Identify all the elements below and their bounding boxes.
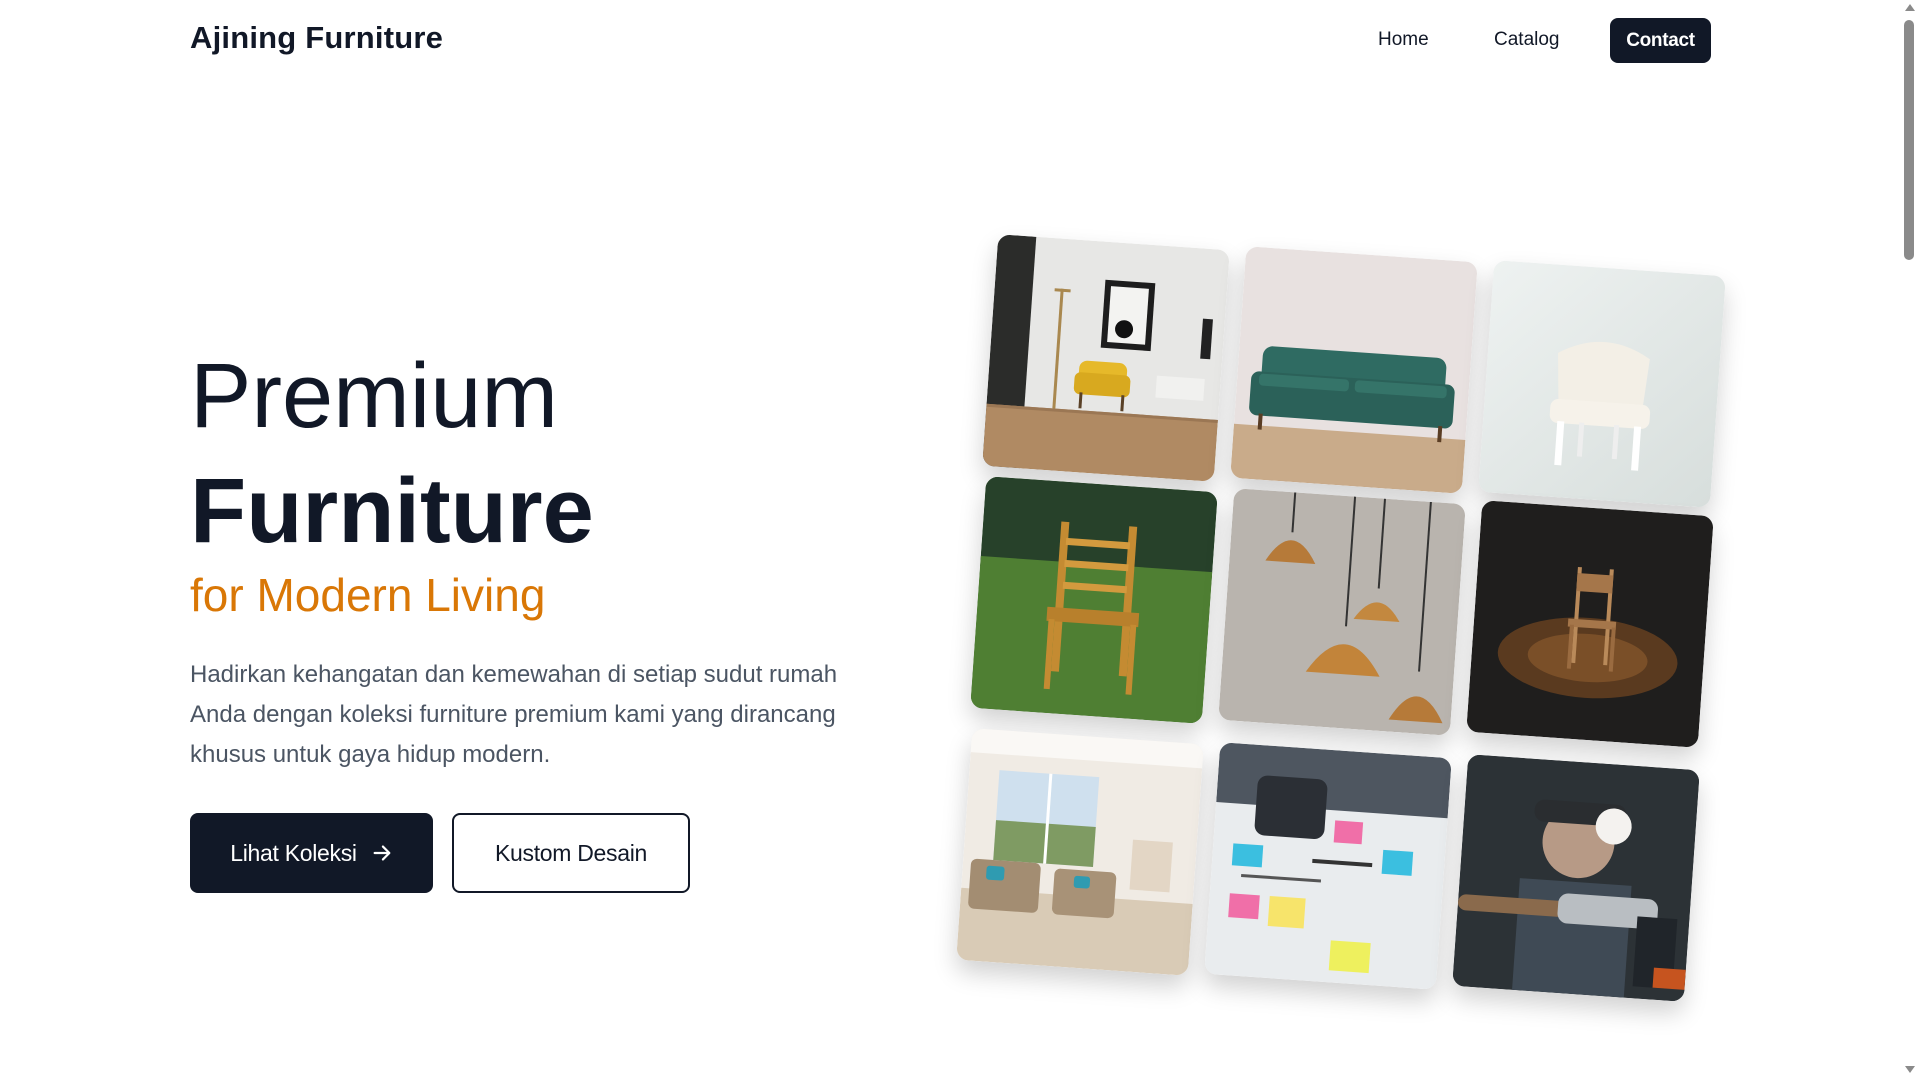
kustom-desain-button[interactable]: Kustom Desain (452, 813, 690, 893)
gallery-image-pendant-lamps (1218, 488, 1466, 736)
hero-subtitle: for Modern Living (190, 569, 546, 621)
hero-title-line2: Furniture (190, 460, 594, 562)
gallery-image-wooden-chair-grass (970, 476, 1218, 724)
scroll-up-arrow-icon[interactable] (1905, 4, 1915, 11)
gallery-image-white-chair (1478, 260, 1726, 508)
gallery-image-design-planning (1204, 742, 1452, 990)
gallery-image-green-sofa (1230, 246, 1478, 494)
gallery-image-living-room (956, 728, 1204, 976)
hero-description: Hadirkan kehangatan dan kemewahan di set… (190, 661, 838, 768)
scrollbar-thumb[interactable] (1904, 20, 1914, 260)
navbar: Ajining Furniture Home Catalog Contact (0, 0, 1900, 80)
gallery-image-yellow-armchair (982, 234, 1230, 482)
gallery-image-chair-spotlight (1466, 500, 1714, 748)
brand-logo[interactable]: Ajining Furniture (190, 20, 443, 56)
arrow-right-icon (373, 845, 391, 861)
lihat-koleksi-label: Lihat Koleksi (230, 839, 357, 866)
gallery-image-craftsman (1452, 754, 1700, 1002)
scroll-down-arrow-icon[interactable] (1905, 1066, 1915, 1073)
furniture-gallery (956, 230, 1740, 1020)
lihat-koleksi-button[interactable]: Lihat Koleksi (190, 813, 433, 893)
nav-catalog-link[interactable]: Catalog (1494, 29, 1560, 51)
nav-contact-button[interactable]: Contact (1610, 18, 1711, 63)
nav-home-link[interactable]: Home (1378, 29, 1429, 51)
hero-title-line1: Premium (190, 345, 559, 447)
